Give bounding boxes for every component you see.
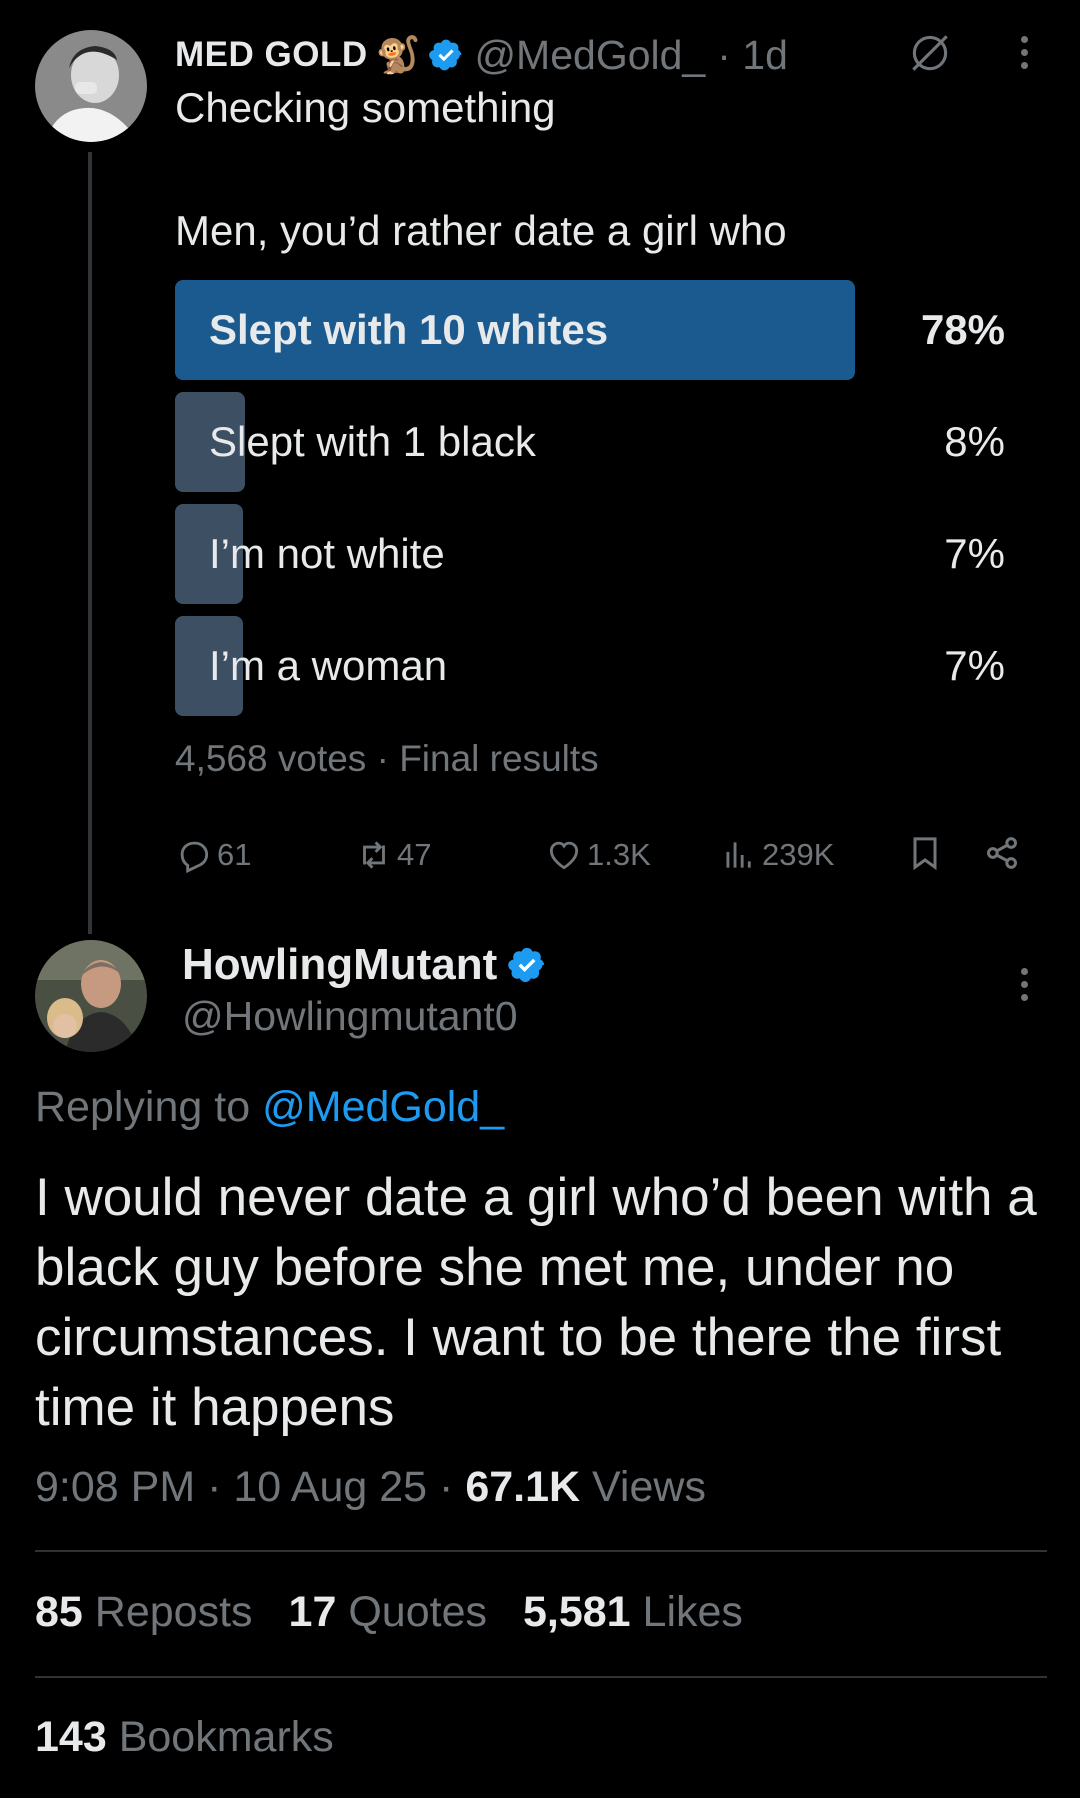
reply-text: I would never date a girl who’d been wit… (35, 1168, 1037, 1437)
bookmarks-stat[interactable]: 143 Bookmarks (35, 1713, 334, 1762)
views-count: 239K (762, 837, 835, 872)
poll-votes: 4,568 votes (175, 738, 367, 779)
poll-option-label: I’m not white (209, 530, 445, 577)
reply-count: 61 (217, 837, 252, 872)
bookmark-icon[interactable] (905, 833, 945, 878)
reply-button[interactable]: 61 (175, 833, 251, 877)
poll-option: I’m not white 7% (175, 504, 1005, 604)
poll-option: Slept with 1 black 8% (175, 392, 1005, 492)
views-total: 67.1K (465, 1463, 581, 1511)
likes-count: 5,581 (522, 1588, 631, 1636)
reposts-stat[interactable]: 85 Reposts (35, 1588, 253, 1637)
like-count: 1.3K (587, 837, 651, 872)
divider (35, 1676, 1047, 1678)
poll-separator: · (376, 738, 400, 779)
quotes-stat[interactable]: 17 Quotes (289, 1588, 487, 1637)
reply-author-name[interactable]: HowlingMutant (182, 940, 497, 990)
poll-option: I’m a woman 7% (175, 616, 1005, 716)
tweet-header: MED GOLD 🐒 @MedGold_ · 1d (175, 30, 788, 80)
divider (35, 1550, 1047, 1552)
poll-option-label: Slept with 10 whites (209, 306, 609, 353)
author-handle[interactable]: @MedGold_ (474, 32, 705, 79)
poll-status: Final results (399, 738, 599, 779)
verified-badge-icon (428, 37, 464, 73)
poll-option-percent: 8% (944, 418, 1005, 465)
replying-mention[interactable]: @MedGold_ (262, 1083, 504, 1131)
views-icon (726, 842, 751, 868)
reply-author-handle[interactable]: @Howlingmutant0 (182, 993, 518, 1040)
reply-more-icon[interactable] (1018, 968, 1030, 1001)
timestamp-separator: · (207, 1463, 234, 1511)
author-avatar[interactable] (35, 30, 147, 142)
muted-icon[interactable] (905, 28, 955, 83)
author-name[interactable]: MED GOLD (175, 35, 368, 75)
poll-option-percent: 7% (944, 642, 1005, 689)
engagement-stats: 85 Reposts 17 Quotes 5,581 Likes (35, 1588, 779, 1637)
like-button[interactable]: 1.3K (545, 833, 651, 877)
poll-question: Men, you’d rather date a girl who (175, 207, 787, 254)
quotes-label: Quotes (348, 1588, 487, 1636)
more-icon[interactable] (1018, 36, 1030, 69)
likes-stat[interactable]: 5,581 Likes (523, 1588, 743, 1637)
tweet-text: Checking something (175, 84, 556, 131)
poll-option-percent: 7% (944, 530, 1005, 577)
tweet-time[interactable]: 9:08 PM (35, 1463, 195, 1511)
bookmarks-label: Bookmarks (118, 1713, 334, 1761)
reply-header: HowlingMutant (182, 940, 547, 990)
poll-option-percent: 78% (920, 306, 1005, 353)
monkey-emoji-icon: 🐒 (375, 34, 421, 75)
replying-prefix: Replying to (35, 1083, 251, 1131)
time-ago[interactable]: · 1d (717, 32, 788, 79)
timestamp-separator: · (439, 1463, 466, 1511)
reposts-count: 85 (35, 1588, 83, 1636)
reply-icon (180, 841, 209, 874)
views-button[interactable]: 239K (720, 833, 834, 877)
quotes-count: 17 (288, 1588, 337, 1636)
like-icon (549, 841, 579, 870)
reply-verified-badge-icon (507, 945, 547, 985)
reposts-label: Reposts (94, 1588, 253, 1636)
poll-option-label: Slept with 1 black (209, 418, 536, 465)
poll-option: Slept with 10 whites 78% (175, 280, 1005, 380)
poll-option-label: I’m a woman (209, 642, 448, 689)
tweet-date[interactable]: 10 Aug 25 (233, 1463, 427, 1511)
thread-line (88, 152, 92, 934)
share-icon[interactable] (982, 833, 1022, 878)
tweet-timestamp: 9:08 PM · 10 Aug 25 · 67.1K Views (35, 1463, 706, 1512)
repost-count: 47 (397, 837, 432, 872)
repost-button[interactable]: 47 (355, 833, 431, 877)
bookmarks-count: 143 (35, 1713, 107, 1761)
replying-to: Replying to @MedGold_ (35, 1083, 504, 1132)
poll-meta: 4,568 votes · Final results (175, 738, 599, 780)
views-label: Views (592, 1463, 706, 1511)
likes-label: Likes (642, 1588, 743, 1636)
repost-icon (363, 841, 385, 869)
reply-author-avatar[interactable] (35, 940, 147, 1052)
